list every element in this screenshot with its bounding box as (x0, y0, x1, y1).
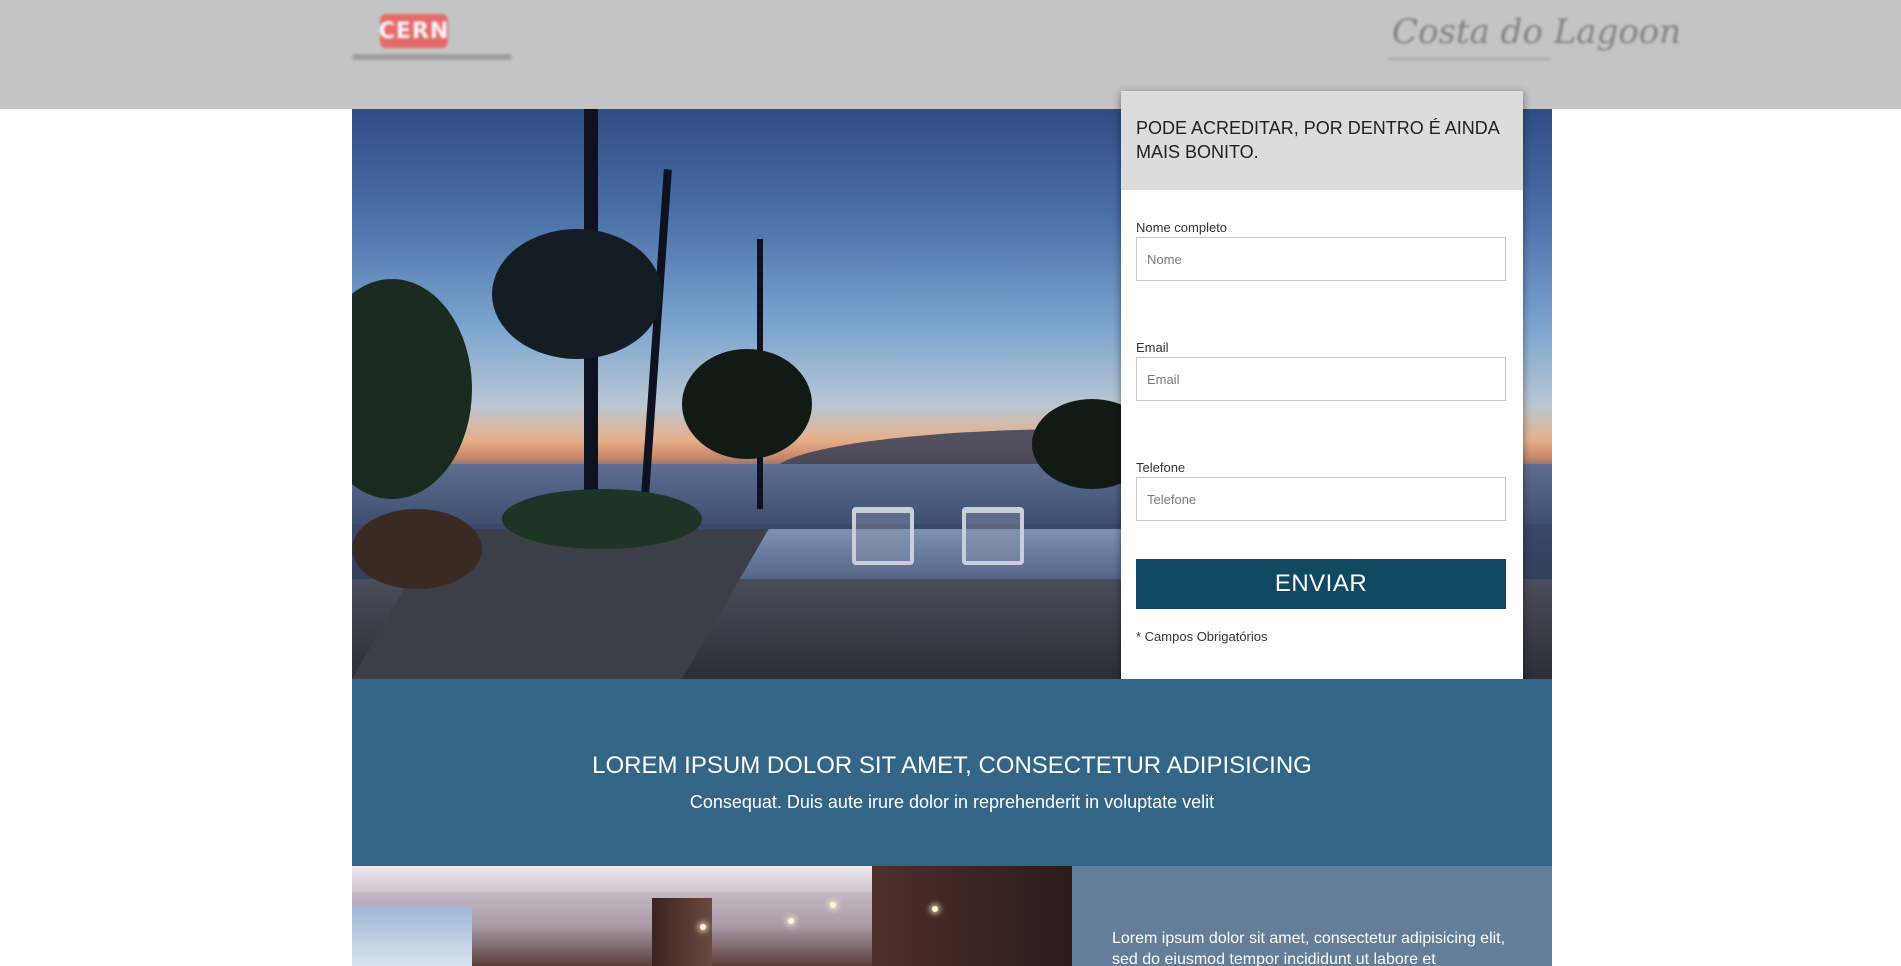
hero-foliage (352, 509, 482, 589)
brand-logo[interactable]: CERN (352, 10, 512, 66)
interior-column (652, 898, 712, 966)
band-heading: LOREM IPSUM DOLOR SIT AMET, CONSECTETUR … (592, 752, 1312, 779)
development-logo-underline (1388, 58, 1550, 60)
interior-ceiling-light (700, 924, 706, 930)
required-fields-note: * Campos Obrigatórios (1136, 629, 1268, 644)
field-phone: Telefone (1136, 460, 1508, 521)
full-name-label: Nome completo (1136, 220, 1228, 235)
interior-ceiling-light (932, 906, 938, 912)
form-body: Nome completo Email Telefone ENVIAR * Ca… (1121, 190, 1523, 644)
headline-band: LOREM IPSUM DOLOR SIT AMET, CONSECTETUR … (352, 679, 1552, 866)
full-name-input[interactable] (1136, 237, 1506, 281)
interior-window (352, 906, 472, 966)
interior-ceiling-light (788, 918, 794, 924)
interior-image (352, 866, 1072, 966)
email-input[interactable] (1136, 357, 1506, 401)
form-title: PODE ACREDITAR, POR DENTRO É AINDA MAIS … (1136, 118, 1499, 162)
interior-wall (872, 866, 1072, 966)
hero-lounge-chair (962, 507, 1024, 565)
interior-ceiling-light (830, 902, 836, 908)
hero-tree-trunk (640, 169, 672, 509)
development-logo-script: Costa do Lagoon (1392, 12, 1682, 52)
lead-form-card: PODE ACREDITAR, POR DENTRO É AINDA MAIS … (1121, 91, 1523, 699)
hero-lounge-chair (852, 507, 914, 565)
field-full-name: Nome completo (1136, 220, 1508, 281)
hero-foliage (492, 229, 662, 359)
development-logo[interactable]: Costa do Lagoon (1388, 12, 1681, 72)
field-email: Email (1136, 340, 1508, 401)
phone-input[interactable] (1136, 477, 1506, 521)
email-label: Email (1136, 340, 1169, 355)
feature-paragraph: Lorem ipsum dolor sit amet, consectetur … (1112, 930, 1506, 966)
hero-foliage (502, 489, 702, 549)
phone-label: Telefone (1136, 460, 1186, 475)
form-header: PODE ACREDITAR, POR DENTRO É AINDA MAIS … (1121, 91, 1523, 190)
brand-logo-mark: CERN (379, 14, 448, 48)
site-header: CERN Costa do Lagoon (0, 0, 1901, 109)
feature-text-panel: Lorem ipsum dolor sit amet, consectetur … (1072, 866, 1552, 966)
hero-foliage (682, 349, 812, 459)
submit-button[interactable]: ENVIAR (1136, 559, 1506, 609)
brand-logo-tagline (352, 54, 512, 60)
band-subheading: Consequat. Duis aute irure dolor in repr… (689, 792, 1215, 812)
